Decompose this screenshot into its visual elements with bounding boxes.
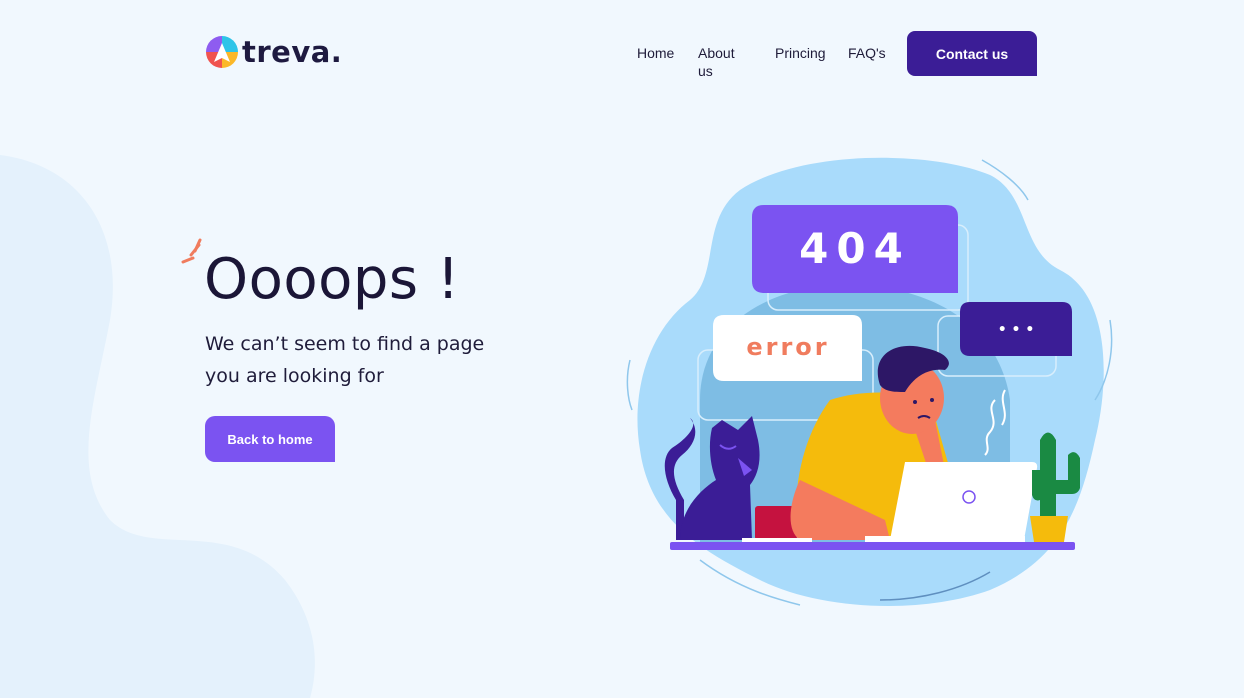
site-header: treva. Home About us Princing FAQ's Cont… [0,0,1244,110]
nav-link-pricing[interactable]: Princing [775,44,826,62]
brand-name: treva. [242,35,343,69]
nav-link-home[interactable]: Home [637,44,674,62]
nav-link-faq[interactable]: FAQ's [848,44,886,62]
error-404-illustration: 404 error • • • [626,157,1113,607]
error-headline: Oooops ! [204,247,460,312]
error-code-text: 404 [799,224,911,273]
brand-logo-icon [206,36,238,68]
back-to-home-button[interactable]: Back to home [205,416,335,462]
desk-surface [670,542,1075,550]
typing-dots-text: • • • [998,322,1035,338]
contact-button[interactable]: Contact us [907,31,1037,76]
brand-logo[interactable]: treva. [204,34,342,70]
nav-link-about[interactable]: About us [698,44,735,80]
error-message: We can’t seem to find a page you are loo… [205,333,485,387]
error-label-text: error [746,333,829,361]
